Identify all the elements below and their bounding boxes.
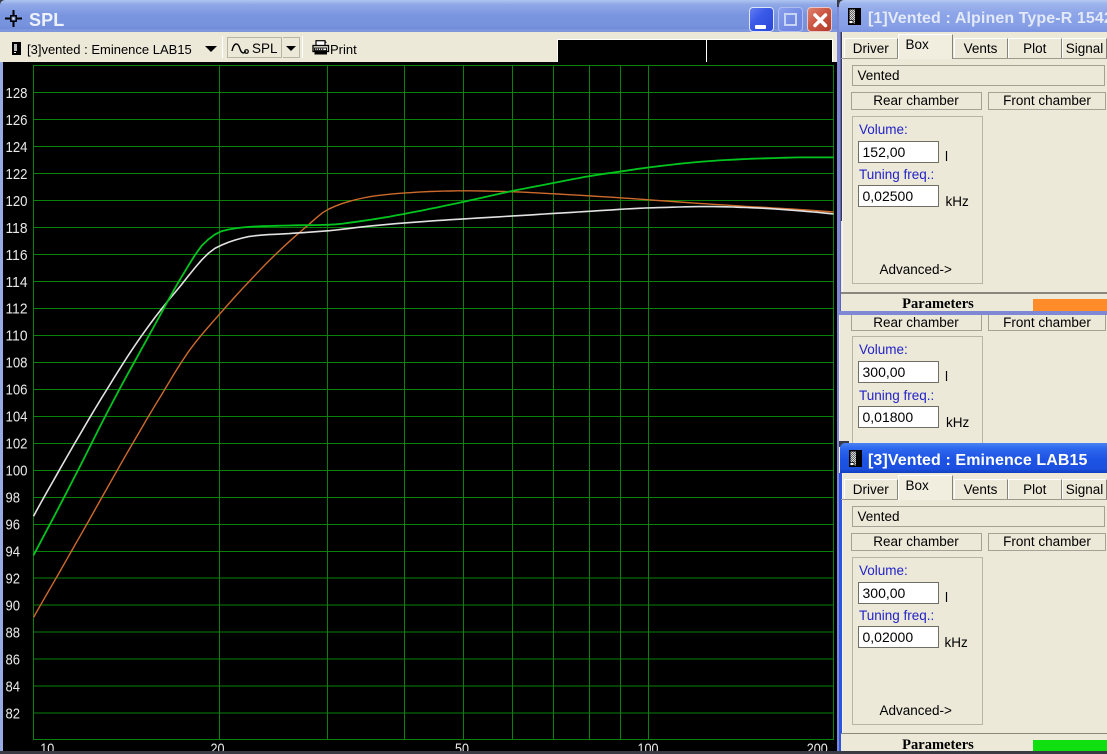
svg-text:126: 126 <box>6 112 28 129</box>
svg-text:128: 128 <box>6 85 28 102</box>
svg-text:122: 122 <box>6 166 28 183</box>
svg-text:92: 92 <box>6 571 21 588</box>
svg-text:96: 96 <box>6 517 21 534</box>
svg-text:98: 98 <box>6 490 21 507</box>
svg-text:84: 84 <box>6 679 21 696</box>
svg-text:100: 100 <box>6 463 28 480</box>
svg-text:88: 88 <box>6 625 21 642</box>
svg-text:108: 108 <box>6 355 28 372</box>
svg-text:20: 20 <box>211 740 225 751</box>
svg-text:120: 120 <box>6 193 28 210</box>
svg-text:90: 90 <box>6 598 21 615</box>
svg-text:94: 94 <box>6 544 21 561</box>
svg-text:200: 200 <box>807 740 828 751</box>
svg-text:102: 102 <box>6 436 28 453</box>
svg-text:112: 112 <box>6 301 28 318</box>
svg-text:124: 124 <box>6 139 28 156</box>
svg-text:86: 86 <box>6 652 21 669</box>
svg-text:118: 118 <box>6 220 28 237</box>
svg-text:110: 110 <box>6 328 28 345</box>
svg-text:50: 50 <box>455 740 469 751</box>
svg-text:100: 100 <box>638 740 659 751</box>
svg-text:116: 116 <box>6 247 28 264</box>
svg-text:104: 104 <box>6 409 28 426</box>
svg-text:106: 106 <box>6 382 28 399</box>
svg-text:10: 10 <box>40 740 54 751</box>
svg-text:82: 82 <box>6 705 21 722</box>
svg-text:114: 114 <box>6 274 28 291</box>
